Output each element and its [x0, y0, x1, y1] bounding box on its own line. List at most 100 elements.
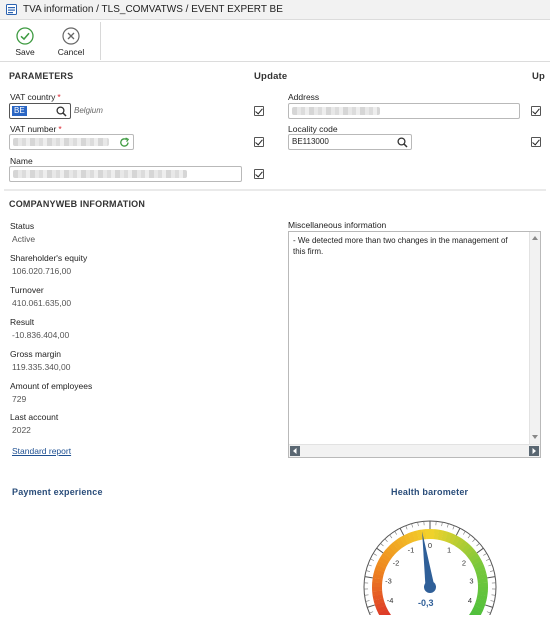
locality-code-label: Locality code [288, 124, 338, 134]
refresh-icon[interactable] [119, 137, 130, 148]
locality-code-field[interactable]: BE113000 [288, 134, 412, 150]
gauge-minor-tick [462, 531, 466, 535]
misc-info-text: - We detected more than two changes in t… [293, 236, 508, 256]
gauge-needle [422, 531, 435, 588]
window-titlebar: TVA information / TLS_COMVATWS / EVENT E… [0, 0, 550, 20]
vat-number-redacted [13, 138, 109, 146]
gauge-minor-tick [364, 594, 369, 596]
gauge-minor-tick [370, 558, 375, 561]
name-label: Name [10, 156, 33, 166]
scroll-down-icon[interactable] [531, 433, 539, 441]
vat-country-value: BE [12, 106, 27, 116]
misc-info-textarea[interactable]: - We detected more than two changes in t… [288, 231, 541, 458]
gauge-minor-tick [483, 553, 487, 556]
last-account-value: 2022 [12, 425, 31, 435]
gauge-tick-label: 3 [469, 576, 473, 585]
gauge-minor-tick [472, 538, 476, 543]
health-barometer-title: Health barometer [391, 487, 469, 497]
required-mark: * [58, 124, 62, 134]
scroll-right-icon [532, 448, 536, 454]
gauge-tick-label: 4 [468, 596, 472, 605]
misc-info-label: Miscellaneous information [288, 220, 387, 230]
scroll-right-button[interactable] [529, 446, 539, 456]
gauge-tick-label: -2 [393, 558, 400, 567]
gauge-minor-tick [488, 564, 493, 567]
gauge-minor-tick [467, 534, 471, 539]
vertical-scrollbar[interactable] [529, 232, 540, 444]
gauge-minor-tick [489, 570, 495, 572]
gauge-color-band-segment [477, 582, 488, 588]
horizontal-scrollbar[interactable] [289, 444, 540, 457]
update-column-header: Update [254, 71, 288, 82]
gauge-minor-tick [365, 600, 370, 602]
result-label: Result [10, 317, 35, 327]
name-field[interactable] [9, 166, 242, 182]
gauge-minor-tick [452, 525, 455, 530]
vat-number-label: VAT number * [10, 124, 62, 134]
save-button[interactable]: Save [7, 24, 43, 60]
address-label: Address [288, 92, 320, 102]
vat-country-update-checkbox[interactable] [254, 106, 264, 116]
health-barometer-value: -0,3 [418, 598, 434, 608]
employees-value: 729 [12, 394, 27, 404]
gross-margin-value: 119.335.340,00 [12, 362, 71, 372]
turnover-label: Turnover [10, 285, 44, 295]
standard-report-link[interactable]: Standard report [12, 446, 71, 456]
address-field[interactable] [288, 103, 520, 119]
gauge-major-tick [367, 604, 375, 608]
locality-code-update-checkbox[interactable] [531, 137, 541, 147]
vat-number-update-checkbox[interactable] [254, 137, 264, 147]
search-icon[interactable] [56, 106, 67, 117]
address-update-checkbox[interactable] [531, 106, 541, 116]
companyweb-title: COMPANYWEB INFORMATION [9, 199, 146, 209]
gauge-tick-label: 1 [447, 546, 451, 555]
last-account-label: Last account [10, 412, 59, 422]
gauge-major-tick [399, 527, 405, 536]
vat-country-name: Belgium [74, 106, 103, 115]
required-mark: * [57, 92, 61, 102]
scroll-up-icon[interactable] [531, 234, 539, 242]
parameters-title: PARAMETERS [9, 71, 74, 81]
gauge-needle-hub [424, 581, 436, 593]
gauge-minor-tick [441, 522, 443, 527]
gauge-major-tick [485, 604, 493, 608]
payment-experience-title: Payment experience [12, 487, 103, 497]
gauge-tick-label: -1 [408, 546, 415, 555]
vat-number-field[interactable] [9, 134, 134, 150]
gauge-minor-tick [373, 553, 377, 556]
toolbar-divider [100, 22, 101, 60]
status-label: Status [10, 221, 35, 231]
gross-margin-label: Gross margin [10, 349, 62, 359]
save-label: Save [15, 47, 35, 57]
vat-country-field[interactable]: BE [9, 103, 71, 119]
gauge-minor-tick [411, 523, 413, 528]
update-column-header-right: Up [532, 71, 546, 82]
gauge-minor-tick [405, 525, 408, 530]
scroll-left-button[interactable] [290, 446, 300, 456]
gauge-minor-tick [384, 538, 388, 543]
gauge-minor-tick [365, 570, 371, 572]
window-title: TVA information / TLS_COMVATWS / EVENT E… [23, 4, 283, 15]
scroll-left-icon [293, 448, 297, 454]
name-update-checkbox[interactable] [254, 169, 264, 179]
employees-label: Amount of employees [10, 381, 93, 391]
gauge-minor-tick [476, 543, 480, 547]
gauge-color-band-segment [425, 529, 431, 540]
gauge-minor-tick [367, 564, 372, 567]
vat-country-label-text: VAT country [10, 92, 56, 102]
section-divider [4, 189, 546, 191]
gauge-major-tick [455, 527, 461, 536]
gauge-minor-tick [369, 611, 374, 614]
cancel-button[interactable]: Cancel [53, 24, 89, 60]
gauge-major-tick [376, 547, 384, 554]
vat-number-label-text: VAT number [10, 124, 57, 134]
vat-country-label: VAT country * [10, 92, 61, 102]
gauge-minor-tick [394, 531, 398, 535]
cancel-label: Cancel [57, 47, 85, 57]
close-icon [62, 27, 80, 45]
app-icon [6, 4, 17, 15]
search-icon[interactable] [397, 137, 408, 148]
status-value: Active [12, 234, 36, 244]
gauge-tick-label: 0 [428, 541, 432, 550]
equity-value: 106.020.716,00 [12, 266, 72, 276]
